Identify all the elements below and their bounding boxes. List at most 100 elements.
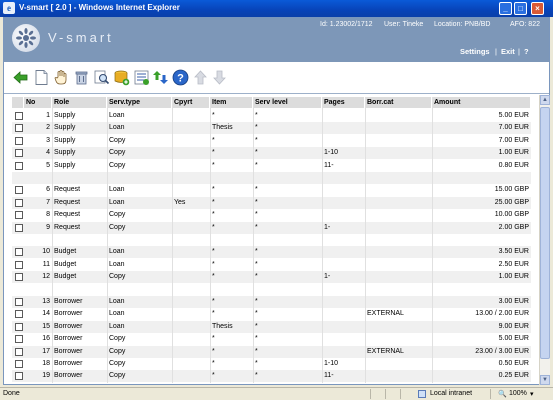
- table-row[interactable]: 4 Supply Copy * * 1-10 1.00 EUR: [12, 147, 531, 160]
- table-row[interactable]: 15 Borrower Loan Thesis * 9.00 EUR: [12, 320, 531, 333]
- minimize-icon[interactable]: _: [499, 2, 512, 15]
- row-checkbox[interactable]: [15, 211, 23, 220]
- cell-item: *: [212, 248, 215, 256]
- help-link[interactable]: ?: [524, 47, 529, 56]
- row-checkbox[interactable]: [15, 335, 23, 344]
- col-serv-type[interactable]: Serv.type: [107, 97, 172, 108]
- table-row[interactable]: 10 Budget Loan * * 3.50 EUR: [12, 246, 531, 259]
- cell-borr-cat: [365, 259, 432, 271]
- delete-bin-icon[interactable]: [73, 69, 90, 86]
- table-spacer-row: [12, 234, 531, 246]
- cell-borr-cat: [365, 358, 432, 370]
- zoom-dropdown-icon[interactable]: ▾: [530, 390, 534, 398]
- close-icon[interactable]: ×: [531, 2, 544, 15]
- row-checkbox[interactable]: [15, 360, 23, 368]
- table-row[interactable]: 14 Borrower Loan * * EXTERNAL 13.00 / 2.00 EUR: [12, 308, 531, 320]
- cell-serv-type: Copy: [109, 335, 126, 343]
- cell-borr-cat: [365, 184, 432, 196]
- row-checkbox[interactable]: [15, 347, 23, 356]
- table-row[interactable]: 18 Borrower Copy * * 1-10 0.50 EUR: [12, 358, 531, 370]
- row-checkbox[interactable]: [15, 198, 23, 207]
- cell-role: Supply: [54, 161, 76, 169]
- table-row[interactable]: 9 Request Copy * * 1- 2.00 GBP: [12, 221, 531, 234]
- new-document-icon[interactable]: [33, 69, 50, 86]
- row-checkbox[interactable]: [15, 161, 23, 170]
- cell-cpyrt: [172, 246, 210, 258]
- row-checkbox[interactable]: [15, 372, 23, 381]
- table-row[interactable]: 8 Request Copy * * 10.00 GBP: [12, 209, 531, 221]
- cell-amount: 23.00 / 3.00 EUR: [475, 347, 529, 355]
- col-amount[interactable]: Amount: [432, 97, 531, 108]
- cell-serv-level: *: [255, 223, 258, 231]
- row-checkbox[interactable]: [15, 112, 23, 120]
- row-checkbox[interactable]: [15, 310, 23, 319]
- cell-amount: 10.00 GBP: [494, 211, 529, 219]
- table-row[interactable]: 7 Request Loan Yes * * 25.00 GBP: [12, 196, 531, 209]
- settings-link[interactable]: Settings: [460, 47, 490, 56]
- row-checkbox[interactable]: [15, 248, 23, 257]
- scroll-up-icon[interactable]: ▲: [540, 95, 550, 105]
- row-checkbox[interactable]: [15, 186, 23, 195]
- hand-select-icon[interactable]: [53, 69, 70, 86]
- maximize-icon[interactable]: □: [514, 2, 527, 15]
- add-record-icon[interactable]: [113, 69, 130, 86]
- location-label: Location:: [434, 21, 463, 28]
- table-row[interactable]: 2 Supply Loan Thesis * 7.00 EUR: [12, 122, 531, 135]
- row-checkbox[interactable]: [15, 298, 23, 306]
- help-icon[interactable]: ?: [172, 69, 189, 86]
- zoom-level[interactable]: 100%: [509, 390, 527, 397]
- col-no[interactable]: No: [24, 97, 52, 108]
- row-checkbox[interactable]: [15, 136, 23, 145]
- table-row[interactable]: 1 Supply Loan * * 5.00 EUR: [12, 110, 531, 122]
- cell-role: Request: [54, 223, 81, 231]
- cell-cpyrt: [172, 135, 210, 147]
- cell-amount: 7.00 EUR: [498, 136, 529, 144]
- zoom-icon[interactable]: 🔍: [498, 390, 507, 398]
- row-checkbox[interactable]: [15, 223, 23, 232]
- search-details-icon[interactable]: [93, 69, 110, 86]
- session-id: Id: 1.23002/1712: [320, 21, 373, 28]
- table-row[interactable]: 12 Budget Copy * * 1- 1.00 EUR: [12, 271, 531, 284]
- back-arrow-icon[interactable]: [12, 69, 29, 86]
- table-row[interactable]: 19 Borrower Copy * * 11- 0.25 EUR: [12, 370, 531, 383]
- table-row[interactable]: 17 Borrower Copy * * EXTERNAL 23.00 / 3.00 EUR: [12, 345, 531, 358]
- table-row[interactable]: 6 Request Loan * * 15.00 GBP: [12, 184, 531, 196]
- scroll-thumb[interactable]: [540, 107, 550, 359]
- col-pages[interactable]: Pages: [322, 97, 365, 108]
- row-checkbox[interactable]: [15, 322, 23, 331]
- list-icon[interactable]: [133, 69, 150, 86]
- col-role[interactable]: Role: [52, 97, 107, 108]
- table-row[interactable]: 5 Supply Copy * * 11- 0.80 EUR: [12, 160, 531, 172]
- vsmart-logo-icon: [12, 24, 40, 52]
- col-cpyrt[interactable]: Cpyrt: [172, 97, 210, 108]
- row-checkbox[interactable]: [15, 273, 23, 282]
- cell-borr-cat: [365, 122, 432, 134]
- row-checkbox[interactable]: [15, 260, 23, 269]
- col-serv-level[interactable]: Serv level: [253, 97, 322, 108]
- cell-role: Supply: [54, 112, 76, 119]
- table-row[interactable]: 11 Budget Loan * * 2.50 EUR: [12, 259, 531, 271]
- cell-borr-cat: [365, 160, 432, 172]
- vertical-scrollbar[interactable]: ▲ ▼: [539, 95, 550, 385]
- row-checkbox[interactable]: [15, 124, 23, 133]
- col-borr-cat[interactable]: Borr.cat: [365, 97, 432, 108]
- cell-pages: [322, 321, 365, 333]
- user-value: Tineke: [402, 21, 424, 28]
- col-item[interactable]: Item: [210, 97, 253, 108]
- cell-serv-type: Loan: [109, 248, 125, 256]
- move-up-icon[interactable]: [192, 69, 209, 86]
- cell-borr-cat: [365, 333, 432, 345]
- transfer-icon[interactable]: [152, 69, 169, 86]
- cell-role: Request: [54, 198, 81, 206]
- cell-item: *: [212, 161, 215, 169]
- table-row[interactable]: 16 Borrower Copy * * 5.00 EUR: [12, 333, 531, 345]
- cell-serv-type: Copy: [109, 347, 126, 355]
- table-row[interactable]: 3 Supply Copy * * 7.00 EUR: [12, 135, 531, 147]
- cell-cpyrt: [172, 222, 210, 234]
- exit-link[interactable]: Exit: [501, 47, 515, 56]
- scroll-down-icon[interactable]: ▼: [540, 375, 550, 385]
- cell-item: *: [212, 186, 215, 194]
- row-checkbox[interactable]: [15, 149, 23, 158]
- table-row[interactable]: 13 Borrower Loan * * 3.00 EUR: [12, 296, 531, 308]
- move-down-icon[interactable]: [211, 69, 228, 86]
